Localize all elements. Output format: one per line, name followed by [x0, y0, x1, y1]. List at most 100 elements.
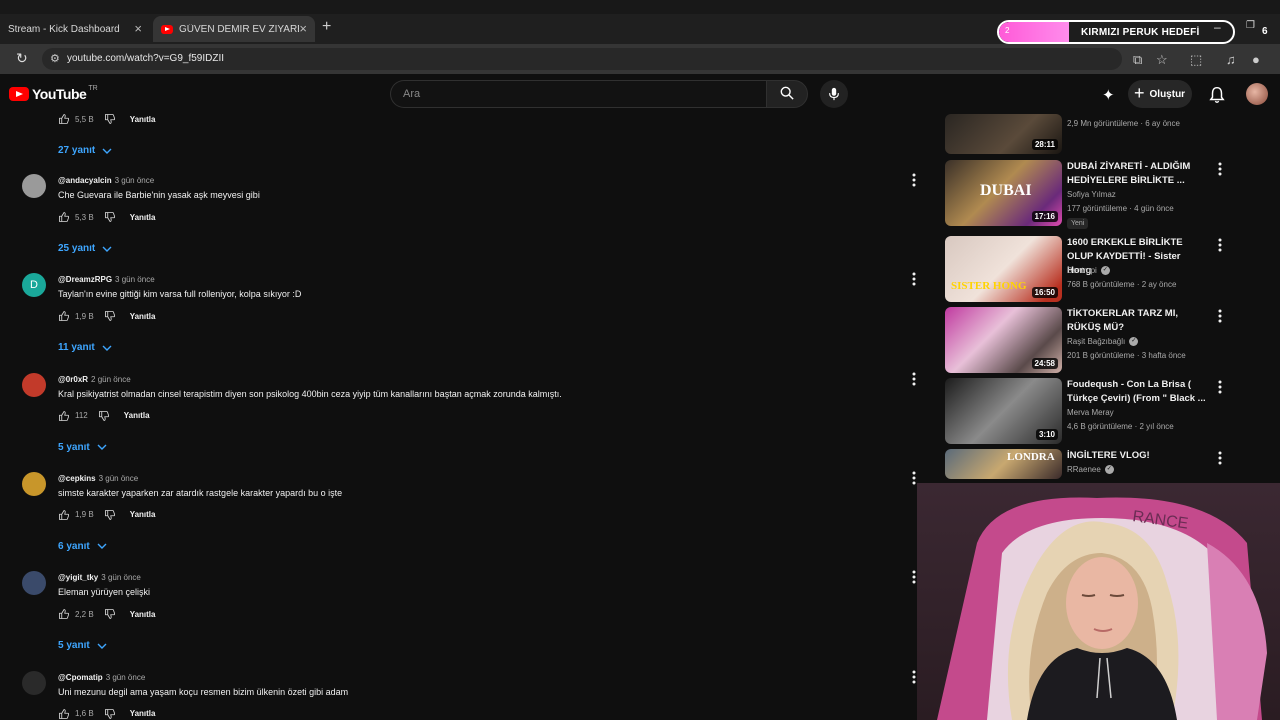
- close-tab-icon[interactable]: ×: [134, 21, 142, 36]
- comment-author[interactable]: @andacyalcin: [58, 176, 112, 185]
- commenter-avatar[interactable]: [22, 670, 46, 695]
- comment-author[interactable]: @Cpomatip: [58, 673, 103, 682]
- voice-search-button[interactable]: [820, 80, 848, 108]
- comment-time[interactable]: 3 gün önce: [115, 275, 155, 284]
- profile-icon[interactable]: ●: [1252, 52, 1260, 67]
- dislike-icon[interactable]: [98, 410, 110, 422]
- like-icon[interactable]: [58, 509, 70, 521]
- video-thumbnail[interactable]: DUBAI 17:16: [945, 160, 1062, 226]
- reply-button[interactable]: Yanıtla: [130, 213, 156, 222]
- comment-menu-button[interactable]: [912, 173, 916, 187]
- video-thumbnail[interactable]: 3:10: [945, 378, 1062, 444]
- bookmark-star-icon[interactable]: ☆: [1156, 52, 1168, 68]
- video-menu-button[interactable]: [1218, 162, 1222, 176]
- comment-menu-button[interactable]: [912, 272, 916, 286]
- dislike-icon[interactable]: [104, 608, 116, 620]
- reload-icon[interactable]: ↻: [16, 50, 28, 67]
- like-icon[interactable]: [58, 114, 70, 125]
- video-menu-button[interactable]: [1218, 238, 1222, 252]
- video-thumbnail[interactable]: 28:11: [945, 114, 1062, 154]
- reply-button[interactable]: Yanıtla: [130, 709, 156, 718]
- video-menu-button[interactable]: [1218, 309, 1222, 323]
- show-replies-button[interactable]: 6 yanıt: [58, 541, 107, 552]
- commenter-avatar[interactable]: [22, 174, 46, 198]
- youtube-logo[interactable]: YouTube TR: [9, 85, 98, 102]
- video-title[interactable]: TİKTOKERLAR TARZ MI, RÜKÜŞ MÜ?: [1067, 307, 1207, 335]
- reply-button[interactable]: Yanıtla: [130, 115, 156, 124]
- show-replies-button[interactable]: 11 yanıt: [58, 342, 112, 353]
- commenter-avatar[interactable]: D: [22, 273, 46, 298]
- media-icon[interactable]: ♫: [1226, 52, 1236, 67]
- video-duration: 24:58: [1031, 358, 1058, 369]
- channel-name[interactable]: RRaenee ✓: [1067, 465, 1114, 474]
- video-thumbnail[interactable]: LONDRA: [945, 449, 1062, 479]
- channel-name[interactable]: Sofiya Yılmaz: [1067, 190, 1116, 199]
- comment-time[interactable]: 3 gün önce: [99, 474, 139, 483]
- comment-menu-button[interactable]: [912, 570, 916, 584]
- show-replies-button[interactable]: 25 yanıt: [58, 243, 112, 254]
- reply-button[interactable]: Yanıtla: [124, 411, 150, 420]
- channel-name[interactable]: Merva Meray: [1067, 408, 1114, 417]
- url-field[interactable]: ⚙ youtube.com/watch?v=G9_f59IDZII: [42, 48, 1122, 70]
- video-thumbnail[interactable]: SISTER HONG 16:50: [945, 236, 1062, 302]
- show-replies-button[interactable]: 5 yanıt: [58, 442, 107, 453]
- comment-author[interactable]: @0r0xR: [58, 375, 88, 384]
- channel-name[interactable]: Bentropi ✓: [1067, 266, 1110, 275]
- like-icon[interactable]: [58, 708, 70, 720]
- comment-text: Uni mezunu degil ama yaşam koçu resmen b…: [58, 686, 349, 697]
- window-minimize-icon[interactable]: –: [1214, 20, 1221, 34]
- show-replies-button[interactable]: 5 yanıt: [58, 640, 107, 651]
- tab-kick-dashboard[interactable]: Stream - Kick Dashboard ×: [0, 16, 150, 42]
- video-title[interactable]: DUBAİ ZİYARETİ - ALDIĞIM HEDİYELERE BİRL…: [1067, 160, 1207, 188]
- close-tab-icon[interactable]: ×: [299, 21, 307, 36]
- comment-time[interactable]: 3 gün önce: [115, 176, 155, 185]
- window-maximize-icon[interactable]: ❐: [1246, 20, 1255, 31]
- comment-time[interactable]: 3 gün önce: [101, 573, 141, 582]
- video-menu-button[interactable]: [1218, 380, 1222, 394]
- dislike-icon[interactable]: [104, 509, 116, 521]
- account-avatar[interactable]: [1246, 83, 1268, 105]
- video-thumbnail[interactable]: 24:58: [945, 307, 1062, 373]
- comment-menu-button[interactable]: [912, 372, 916, 386]
- search-input[interactable]: Ara: [390, 80, 766, 108]
- comment-meta: @Cpomatip 3 gün önce: [58, 673, 145, 682]
- like-icon[interactable]: [58, 310, 70, 322]
- like-icon[interactable]: [58, 410, 70, 422]
- like-icon[interactable]: [58, 211, 70, 223]
- tab-youtube-video[interactable]: GÜVEN DEMİR EV ZİYARETİ - Yo ×: [153, 16, 315, 42]
- channel-name[interactable]: Raşit Bağzıbağlı ✓: [1067, 337, 1139, 346]
- site-settings-icon[interactable]: ⚙: [50, 52, 60, 65]
- comment-menu-button[interactable]: [912, 471, 916, 485]
- show-replies-button[interactable]: 27 yanıt: [58, 145, 112, 156]
- reply-button[interactable]: Yanıtla: [130, 312, 156, 321]
- reply-button[interactable]: Yanıtla: [130, 610, 156, 619]
- dislike-icon[interactable]: [104, 310, 116, 322]
- extensions-icon[interactable]: ⬚: [1190, 52, 1202, 68]
- reply-button[interactable]: Yanıtla: [130, 510, 156, 519]
- comment-time[interactable]: 2 gün önce: [91, 375, 131, 384]
- install-icon[interactable]: ⧉: [1133, 52, 1142, 68]
- ai-sparkle-icon[interactable]: ✦: [1102, 86, 1115, 104]
- dislike-icon[interactable]: [104, 211, 116, 223]
- video-title[interactable]: Foudeqush - Con La Brisa ( Türkçe Çeviri…: [1067, 378, 1207, 406]
- commenter-avatar[interactable]: [22, 571, 46, 596]
- create-button[interactable]: + Oluştur: [1128, 80, 1192, 108]
- video-title[interactable]: İNGİLTERE VLOG!: [1067, 449, 1207, 463]
- replies-count: 6 yanıt: [58, 540, 90, 552]
- new-tab-plus-icon[interactable]: +: [322, 18, 331, 36]
- comment-time[interactable]: 3 gün önce: [106, 673, 146, 682]
- search-button[interactable]: [766, 80, 808, 108]
- comment-menu-button[interactable]: [912, 670, 916, 684]
- like-icon[interactable]: [58, 608, 70, 620]
- comment-author[interactable]: @cepkins: [58, 474, 96, 483]
- tab-label: Stream - Kick Dashboard: [8, 23, 120, 35]
- comment-actions: 1,6 B Yanıtla: [58, 708, 155, 720]
- comment-author[interactable]: @yigit_tky: [58, 573, 98, 582]
- dislike-icon[interactable]: [104, 114, 116, 125]
- dislike-icon[interactable]: [104, 708, 116, 720]
- video-menu-button[interactable]: [1218, 451, 1222, 465]
- commenter-avatar[interactable]: [22, 372, 46, 397]
- notifications-bell-icon[interactable]: [1208, 86, 1226, 104]
- comment-author[interactable]: @DreamzRPG: [58, 275, 112, 284]
- commenter-avatar[interactable]: [22, 471, 46, 496]
